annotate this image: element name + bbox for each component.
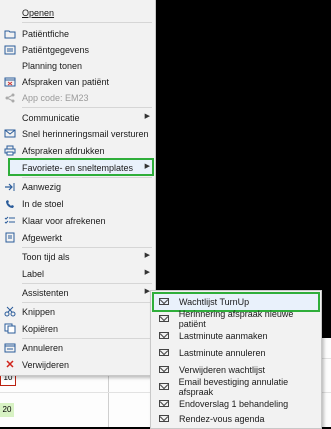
menu-item-knippen[interactable]: Knippen [0,303,155,320]
menu-item-label: Patiëntgegevens [22,44,90,55]
submenu-arrow-icon: ▶ [144,252,150,259]
menu-item-favoriete-sneltemplates[interactable]: Favoriete- en sneltemplates ▶ [0,159,155,176]
menu-item-label: Planning tonen [22,60,83,71]
menu-item-afspraken-afdrukken[interactable]: Afspraken afdrukken [0,142,155,159]
mail-icon [158,365,170,375]
blank-icon [3,6,17,20]
menu-item-label: Afspraken van patiënt [22,76,110,87]
submenu-item-herinnering-nieuwe-patient[interactable]: Herinnering afspraak nieuwe patiënt [150,308,320,329]
phone-icon [3,197,17,211]
blank-icon [3,59,17,73]
blank-icon [3,161,17,175]
calendar-icon [3,75,17,89]
submenu-item-verwijderen-wachtlijst[interactable]: Verwijderen wachtlijst [150,361,320,378]
share-icon [3,91,17,105]
menu-item-openen[interactable]: Openen [0,4,155,21]
submenu-item-lastminute-aanmaken[interactable]: Lastminute aanmaken [150,327,320,344]
blank-icon [3,286,17,300]
scissors-icon [3,305,17,319]
mail-icon [158,297,170,307]
submenu-item-label: Rendez-vous agenda [179,413,265,424]
menu-separator [22,107,152,108]
submenu-item-label: Wachtlijst TurnUp [179,296,250,307]
print-icon [3,144,17,158]
menu-item-verwijderen[interactable]: ✕ Verwijderen [0,356,155,373]
menu-item-label: Knippen [22,306,56,317]
mail-icon [158,399,170,409]
menu-item-annuleren[interactable]: Annuleren [0,339,155,356]
submenu-item-label: Verwijderen wachtlijst [179,364,266,375]
mail-icon [158,348,170,358]
blank-icon [3,267,17,281]
blank-icon [3,111,17,125]
menu-item-label: Annuleren [22,342,64,353]
menu-item-label-submenu[interactable]: Label ▶ [0,265,155,282]
submenu-item-label: Lastminute aanmaken [179,330,268,341]
menu-item-label: Patiëntfiche [22,28,70,39]
mail-icon [158,382,170,392]
menu-item-label: Toon tijd als [22,251,70,262]
menu-item-communicatie[interactable]: Communicatie ▶ [0,109,155,126]
appointment-tag[interactable]: 20 [0,403,14,417]
submenu-item-label: Herinnering afspraak nieuwe patiënt [178,308,294,329]
delete-x-icon: ✕ [5,359,15,371]
submenu-item-label: Email bevestiging annulatie afspraak [178,376,289,397]
menu-item-label: Snel herinneringsmail versturen [22,128,149,139]
menu-item-label: Assistenten [22,287,69,298]
mail-icon [3,127,17,141]
menu-separator [22,22,152,23]
menu-item-snel-herinneringsmail[interactable]: Snel herinneringsmail versturen [0,125,155,142]
menu-item-afgewerkt[interactable]: Afgewerkt [0,229,155,246]
menu-item-label: Verwijderen [22,359,70,370]
submenu-item-label: Lastminute annuleren [179,347,266,358]
menu-item-label: Label [22,268,45,279]
menu-item-label: Kopiëren [22,323,59,334]
copy-icon [3,322,17,336]
menu-item-assistenten[interactable]: Assistenten ▶ [0,284,155,301]
menu-item-patientfiche[interactable]: Patiëntfiche [0,25,155,42]
mail-icon [158,414,170,424]
arrow-in-icon [3,180,17,194]
menu-item-label: Openen [22,7,55,18]
submenu-item-rendez-vous-agenda[interactable]: Rendez-vous agenda [150,410,320,427]
calendar-cancel-icon [3,341,17,355]
mail-icon [158,331,170,341]
blank-icon [3,250,17,264]
menu-item-kopieren[interactable]: Kopiëren [0,320,155,337]
menu-item-label: Afgewerkt [22,232,63,243]
menu-item-aanwezig[interactable]: Aanwezig [0,178,155,195]
list-icon [3,43,17,57]
submenu-arrow-icon: ▶ [144,163,150,170]
menu-item-label: In de stoel [22,198,64,209]
menu-item-afspraken-patient[interactable]: Afspraken van patiënt [0,73,155,90]
menu-item-planning-tonen[interactable]: Planning tonen [0,57,155,74]
menu-item-label: Communicatie [22,112,80,123]
submenu-arrow-icon: ▶ [144,113,150,120]
menu-item-toon-tijd-als[interactable]: Toon tijd als ▶ [0,248,155,265]
menu-item-in-de-stoel[interactable]: In de stoel [0,195,155,212]
menu-item-label: Afspraken afdrukken [22,145,105,156]
mail-icon [158,314,170,324]
menu-item-app-code: App code: EM23 [0,89,155,106]
submenu-item-label: Endoverslag 1 behandeling [179,398,289,409]
submenu-item-email-bevestiging-annulatie[interactable]: Email bevestiging annulatie afspraak [150,376,320,397]
submenu-arrow-icon: ▶ [144,269,150,276]
menu-item-label: Favoriete- en sneltemplates [22,162,134,173]
submenu-item-lastminute-annuleren[interactable]: Lastminute annuleren [150,344,320,361]
submenu-item-wachtlijst-turnup[interactable]: Wachtlijst TurnUp [150,293,320,310]
menu-item-klaar-voor-afrekenen[interactable]: Klaar voor afrekenen [0,212,155,229]
menu-item-patientgegevens[interactable]: Patiëntgegevens [0,41,155,58]
menu-item-label: Aanwezig [22,181,62,192]
menu-item-label: Klaar voor afrekenen [22,215,106,226]
folder-open-icon [3,27,17,41]
menu-item-label: App code: EM23 [22,92,89,103]
document-icon [3,231,17,245]
checklist-icon [3,214,17,228]
